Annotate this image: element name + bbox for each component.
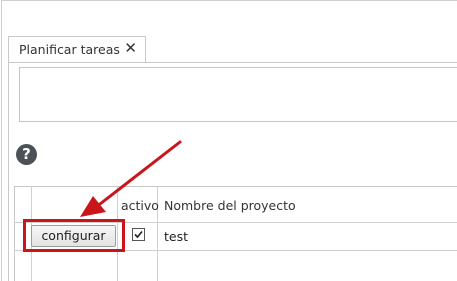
annotation-arrow-icon — [80, 140, 182, 217]
